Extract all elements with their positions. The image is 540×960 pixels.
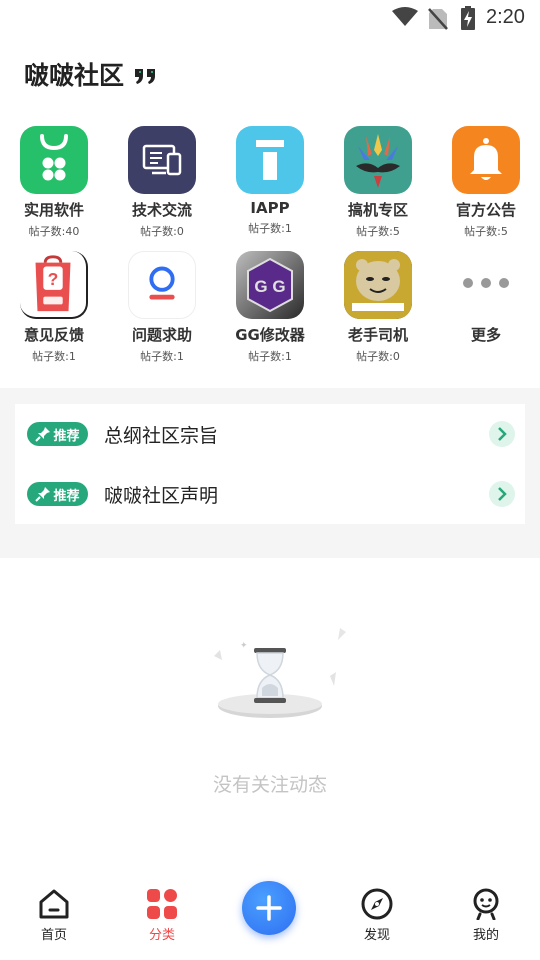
post-count: 帖子数:1	[248, 222, 292, 235]
pinned-posts: 推荐 总纲社区宗旨 推荐 啵啵社区声明	[15, 404, 525, 524]
pinned-post-title: 总纲社区宗旨	[104, 424, 219, 447]
category-label: 搞机专区	[347, 201, 408, 219]
pin-icon	[35, 427, 51, 442]
nav-category[interactable]: 分类	[122, 888, 202, 943]
more-dots-icon	[452, 251, 520, 319]
nav-label: 分类	[148, 928, 175, 943]
post-count: 帖子数:1	[32, 350, 76, 363]
wifi-icon	[392, 7, 418, 26]
category-item-gg-modifier[interactable]: G G GG修改器 帖子数:1	[216, 251, 324, 375]
chevron-right-icon[interactable]	[489, 481, 515, 507]
page-title: 啵啵社区	[24, 61, 125, 90]
category-label: IAPP	[250, 199, 290, 217]
category-item-useful-software[interactable]: 实用软件 帖子数:40	[0, 126, 108, 251]
badge-label: 推荐	[53, 428, 80, 444]
category-label: 意见反馈	[23, 326, 84, 344]
battery-charging-icon	[461, 6, 475, 30]
pinned-post-item[interactable]: 推荐 总纲社区宗旨	[15, 404, 525, 464]
category-item-iapp[interactable]: IAPP 帖子数:1	[216, 126, 324, 251]
badge-label: 推荐	[53, 488, 80, 504]
iapp-logo-icon	[236, 126, 304, 194]
category-grid-icon	[147, 889, 177, 919]
pinned-post-title: 啵啵社区声明	[104, 484, 219, 507]
computer-icon	[128, 126, 196, 194]
category-item-tinkering[interactable]: 搞机专区 帖子数:5	[324, 126, 432, 251]
post-count: 帖子数:0	[356, 350, 400, 363]
status-bar: 2:20	[0, 0, 540, 36]
create-post-button[interactable]	[242, 881, 296, 935]
category-label: 技术交流	[131, 201, 192, 219]
category-label: GG修改器	[235, 326, 305, 344]
feedback-bag-icon: ?	[20, 251, 88, 319]
status-time: 2:20	[486, 6, 525, 28]
post-count: 帖子数:5	[356, 225, 400, 238]
post-count: 帖子数:1	[248, 350, 292, 363]
category-item-veteran-driver[interactable]: 老手司机 帖子数:0	[324, 251, 432, 375]
chevron-right-icon[interactable]	[489, 421, 515, 447]
post-count: 帖子数:40	[28, 225, 80, 238]
post-count: 帖子数:5	[464, 225, 508, 238]
category-row: ? 意见反馈 帖子数:1 问题求助 帖子数:1 G G GG修改器 帖子数:1 …	[0, 251, 540, 375]
svg-text:✦: ✦	[240, 641, 248, 651]
post-count: 帖子数:1	[140, 350, 184, 363]
category-item-tech-exchange[interactable]: 技术交流 帖子数:0	[108, 126, 216, 251]
hourglass-illustration: ✦	[214, 628, 346, 718]
nav-label: 我的	[472, 928, 499, 943]
category-label: 官方公告	[455, 201, 516, 219]
category-row: 实用软件 帖子数:40 技术交流 帖子数:0 IAPP 帖子数:1 搞机专区 帖…	[0, 126, 540, 251]
empty-state-text: 没有关注动态	[212, 774, 327, 796]
bell-icon	[452, 126, 520, 194]
profile-icon	[473, 888, 499, 920]
community-header: 啵啵社区	[24, 56, 158, 92]
category-label: 老手司机	[347, 326, 408, 344]
plus-icon	[256, 895, 282, 921]
gg-logo-icon: G G	[236, 251, 304, 319]
shopping-bag-icon	[20, 126, 88, 194]
category-label: 更多	[470, 326, 501, 344]
category-item-more[interactable]: 更多	[432, 251, 540, 375]
nav-discover[interactable]: 发现	[337, 888, 417, 943]
compass-icon	[361, 888, 393, 920]
svg-text:?: ?	[48, 269, 59, 289]
pinned-post-item[interactable]: 推荐 啵啵社区声明	[15, 464, 525, 524]
nav-label: 首页	[40, 928, 67, 943]
category-item-help[interactable]: 问题求助 帖子数:1	[108, 251, 216, 375]
svg-text:G: G	[272, 277, 285, 296]
bottom-nav: 首页 分类 发现 我的	[0, 870, 540, 960]
recommend-badge: 推荐	[27, 422, 88, 446]
pin-icon	[35, 487, 51, 502]
nav-home[interactable]: 首页	[14, 888, 94, 943]
post-count: 帖子数:0	[140, 225, 184, 238]
recommend-badge: 推荐	[27, 482, 88, 506]
category-label: 问题求助	[131, 326, 192, 344]
category-grid: 实用软件 帖子数:40 技术交流 帖子数:0 IAPP 帖子数:1 搞机专区 帖…	[0, 126, 540, 375]
nav-profile[interactable]: 我的	[446, 888, 526, 943]
no-sim-icon	[428, 8, 448, 30]
category-item-feedback[interactable]: ? 意见反馈 帖子数:1	[0, 251, 108, 375]
quote-icon[interactable]	[134, 67, 158, 85]
category-item-announcements[interactable]: 官方公告 帖子数:5	[432, 126, 540, 251]
meme-face-icon	[344, 251, 412, 319]
svg-text:G: G	[254, 277, 267, 296]
category-label: 实用软件	[23, 201, 84, 219]
magisk-mask-icon	[344, 126, 412, 194]
nav-label: 发现	[363, 928, 390, 943]
home-icon	[39, 889, 69, 919]
help-person-icon	[128, 251, 196, 319]
